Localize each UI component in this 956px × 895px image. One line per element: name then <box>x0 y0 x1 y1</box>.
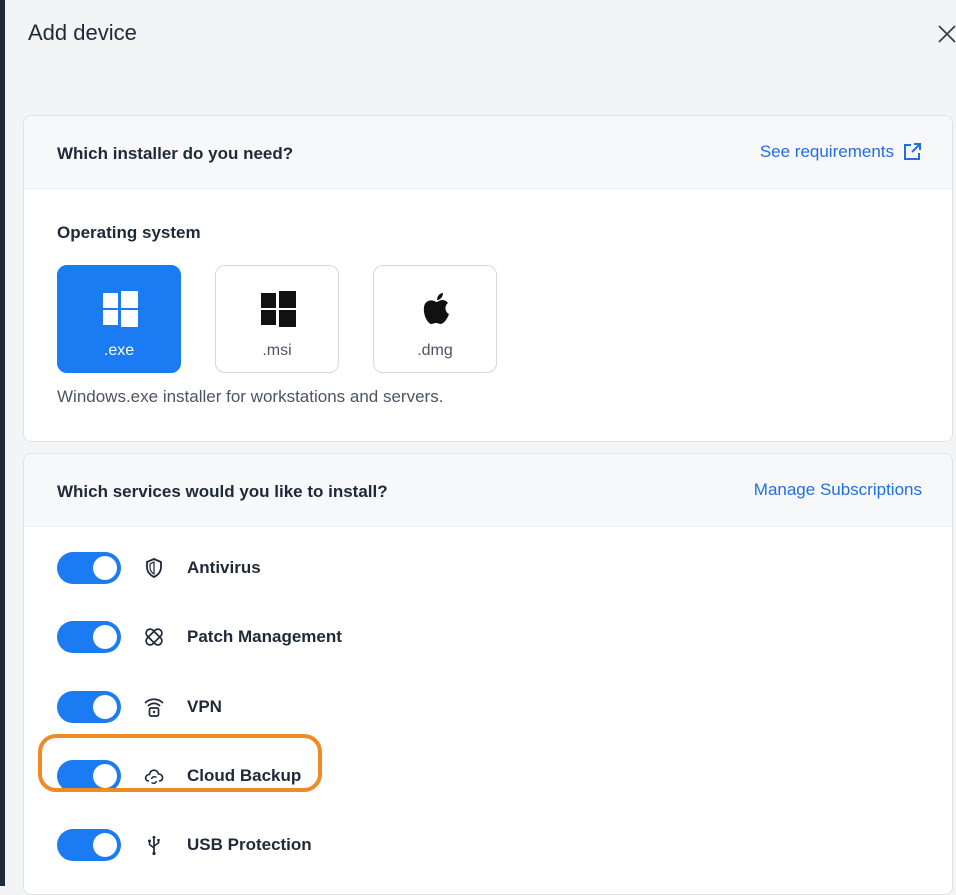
service-label: VPN <box>187 697 222 716</box>
installer-card-title: Which installer do you need? <box>57 144 294 163</box>
service-row-cloud-backup: Cloud Backup <box>57 756 657 796</box>
close-icon <box>938 25 956 43</box>
toggle-knob <box>93 695 117 719</box>
cloud-backup-toggle[interactable] <box>57 760 121 792</box>
os-option-dmg[interactable]: .dmg <box>373 265 497 373</box>
dialog-title: Add device <box>28 20 137 45</box>
services-card-title: Which services would you like to install… <box>57 482 388 501</box>
service-row-antivirus: Antivirus <box>57 548 657 588</box>
see-requirements-label: See requirements <box>759 142 894 161</box>
manage-subscriptions-label: Manage Subscriptions <box>753 480 922 499</box>
usb-icon <box>148 835 160 856</box>
patch-management-toggle[interactable] <box>57 621 121 653</box>
toggle-knob <box>93 625 117 649</box>
apple-icon <box>423 293 449 324</box>
toggle-knob <box>93 833 117 857</box>
wifi-lock-icon <box>144 698 164 717</box>
installer-card-header: Which installer do you need? See require… <box>24 116 952 189</box>
windows-icon <box>261 291 296 327</box>
installer-description: Windows.exe installer for workstations a… <box>57 387 444 406</box>
installer-card: Which installer do you need? See require… <box>23 115 953 442</box>
see-requirements-link[interactable]: See requirements <box>760 142 922 162</box>
os-option-label: .exe <box>103 342 135 359</box>
manage-subscriptions-link[interactable]: Manage Subscriptions <box>754 480 922 500</box>
os-label: Operating system <box>57 223 201 242</box>
os-option-label: .dmg <box>417 342 453 359</box>
add-device-dialog: Add device Which installer do you need? … <box>5 8 956 895</box>
usb-protection-toggle[interactable] <box>57 829 121 861</box>
os-option-label: .msi <box>262 342 292 359</box>
service-row-patch-management: Patch Management <box>57 617 657 657</box>
service-row-vpn: VPN <box>57 687 657 727</box>
services-card-header: Which services would you like to install… <box>24 454 952 527</box>
os-option-msi[interactable]: .msi <box>215 265 339 373</box>
service-label: Cloud Backup <box>187 766 302 785</box>
os-option-exe[interactable]: .exe <box>57 265 181 373</box>
service-label: USB Protection <box>187 835 312 854</box>
vpn-toggle[interactable] <box>57 691 121 723</box>
service-label: Patch Management <box>187 627 342 646</box>
service-row-usb-protection: USB Protection <box>57 825 657 865</box>
toggle-knob <box>93 764 117 788</box>
services-card: Which services would you like to install… <box>23 453 953 895</box>
antivirus-toggle[interactable] <box>57 552 121 584</box>
close-button[interactable] <box>935 22 956 46</box>
cloud-sync-icon <box>144 769 164 785</box>
shield-icon <box>146 558 162 578</box>
toggle-knob <box>93 556 117 580</box>
bandage-icon <box>145 628 163 646</box>
windows-icon <box>103 291 138 327</box>
external-link-icon <box>904 143 921 160</box>
service-label: Antivirus <box>187 558 261 577</box>
